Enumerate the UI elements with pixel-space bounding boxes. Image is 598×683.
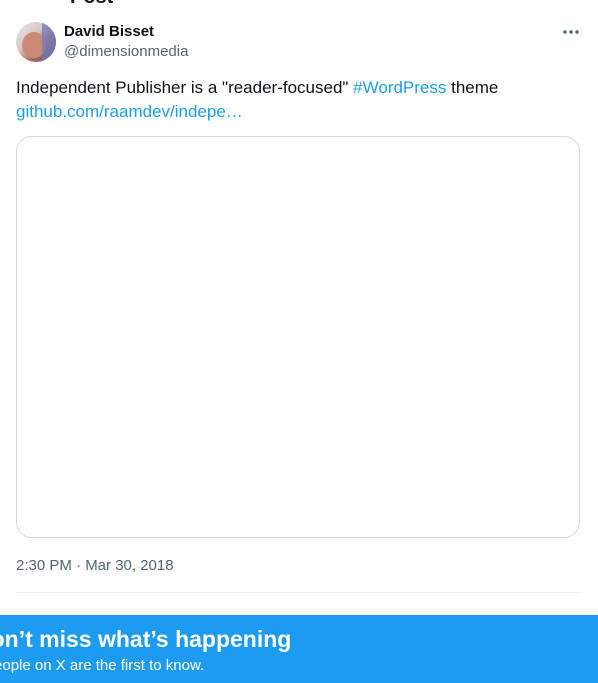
author-handle[interactable]: @dimensionmedia (64, 43, 188, 61)
divider (16, 592, 582, 593)
external-link[interactable]: github.com/raamdev/indepe… (16, 102, 243, 121)
post-header: David Bisset @dimensionmedia (16, 22, 582, 64)
more-horizontal-icon (563, 30, 579, 34)
post-text-after: theme (446, 78, 499, 97)
avatar-shade (42, 22, 56, 62)
hashtag-link[interactable]: #WordPress (353, 78, 446, 97)
more-button[interactable] (560, 22, 582, 42)
post-text-before: Independent Publisher is a "reader-focus… (16, 78, 354, 97)
author-name[interactable]: David Bisset (64, 23, 154, 41)
page-title: Post (70, 0, 113, 9)
page: Post David Bisset @dimensionmedia Indepe… (0, 0, 598, 683)
banner-subtitle: People on X are the first to know. (0, 657, 205, 674)
banner-title: Don’t miss what’s happening (0, 626, 292, 652)
signup-banner: Don’t miss what’s happening People on X … (0, 615, 598, 683)
link-card[interactable] (16, 136, 580, 538)
post-timestamp[interactable]: 2:30 PM · Mar 30, 2018 (16, 556, 174, 576)
avatar[interactable] (16, 22, 56, 62)
post-text: Independent Publisher is a "reader-focus… (16, 76, 582, 124)
